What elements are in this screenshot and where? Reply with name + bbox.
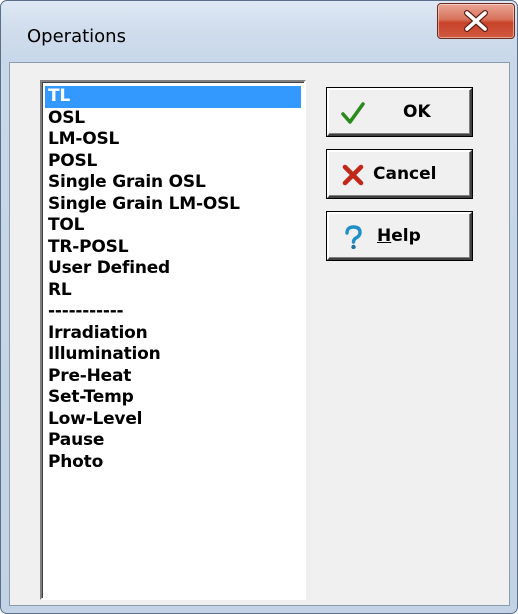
list-item[interactable]: Single Grain OSL	[45, 172, 301, 194]
operations-listbox[interactable]: TL OSL LM-OSL POSL Single Grain OSL Single Gr…	[40, 80, 306, 600]
list-item[interactable]: Illumination	[45, 344, 301, 366]
question-icon	[345, 225, 362, 249]
list-item[interactable]: RL	[45, 280, 301, 302]
x-icon	[342, 164, 364, 186]
list-item[interactable]: Set-Temp	[45, 387, 301, 409]
list-item[interactable]: POSL	[45, 151, 301, 173]
list-item[interactable]: Photo	[45, 452, 301, 474]
list-item[interactable]: Single Grain LM-OSL	[45, 194, 301, 216]
list-item[interactable]: -----------	[45, 301, 301, 323]
cancel-label: Cancel	[373, 164, 437, 184]
list-item[interactable]: Pre-Heat	[45, 366, 301, 388]
list-item[interactable]: TR-POSL	[45, 237, 301, 259]
close-button[interactable]	[437, 3, 515, 39]
list-item[interactable]: Irradiation	[45, 323, 301, 345]
list-item[interactable]: TL	[45, 86, 301, 108]
ok-label: OK	[403, 102, 431, 122]
list-item[interactable]: Pause	[45, 430, 301, 452]
help-mnemonic: H	[377, 226, 392, 246]
list-item[interactable]: TOL	[45, 215, 301, 237]
close-icon	[464, 10, 488, 32]
list-item[interactable]: Low-Level	[45, 409, 301, 431]
list-item[interactable]: User Defined	[45, 258, 301, 280]
list-item[interactable]: LM-OSL	[45, 129, 301, 151]
cancel-button[interactable]: Cancel	[327, 150, 472, 198]
help-button[interactable]: Help	[327, 212, 472, 260]
operations-list: TL OSL LM-OSL POSL Single Grain OSL Single Gr…	[45, 86, 301, 473]
check-icon	[341, 102, 365, 124]
list-item[interactable]: OSL	[45, 108, 301, 130]
dialog-title: Operations	[27, 26, 126, 47]
help-label: Help	[377, 226, 421, 246]
help-label-rest: elp	[391, 226, 421, 246]
ok-button[interactable]: OK	[327, 88, 472, 136]
